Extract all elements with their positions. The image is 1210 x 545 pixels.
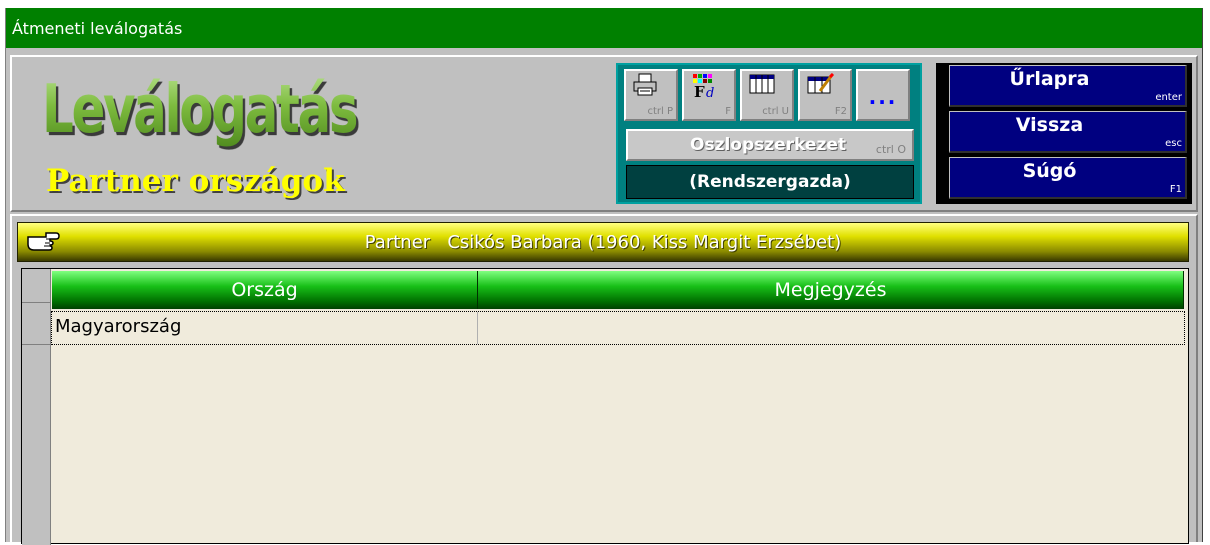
column-header-megjegyzes[interactable]: Megjegyzés <box>478 271 1184 309</box>
page-subtitle: Partner országok <box>46 163 345 199</box>
print-hotkey: ctrl P <box>647 106 673 117</box>
column-structure-button[interactable]: Oszlopszerkezet ctrl O <box>626 129 914 161</box>
color-font-icon: F d <box>690 73 720 103</box>
header-panel: Leválogatás Partner országok ctrl P F d … <box>10 55 1198 212</box>
printer-icon <box>632 73 660 101</box>
more-button[interactable]: ... <box>856 69 910 121</box>
toolbar: ctrl P F d F ctrl U F2 ... Oszlopszerkez… <box>616 63 922 204</box>
edit-grid-icon <box>806 72 836 101</box>
partner-label: Partner Csikós Barbara (1960, Kiss Margi… <box>364 232 842 253</box>
help-button-label: Súgó <box>1022 160 1077 182</box>
cell-megjegyzes[interactable] <box>478 312 1184 344</box>
form-button-hotkey: enter <box>1155 92 1182 103</box>
help-button[interactable]: Súgó F1 <box>949 157 1187 199</box>
row-indicator-column <box>22 269 51 545</box>
form-button[interactable]: Űrlapra enter <box>949 65 1187 107</box>
cell-orszag[interactable]: Magyarország <box>52 312 478 344</box>
form-button-label: Űrlapra <box>1009 68 1090 90</box>
back-button[interactable]: Vissza esc <box>949 111 1187 153</box>
columns-icon <box>748 73 778 101</box>
user-role-label: (Rendszergazda) <box>626 165 914 199</box>
more-icon: ... <box>868 85 898 109</box>
back-button-label: Vissza <box>1015 114 1084 136</box>
header-indicator-cell <box>22 269 50 303</box>
font-color-button[interactable]: F d F <box>682 69 736 121</box>
table-row[interactable]: Magyarország <box>51 311 1185 345</box>
nav-panel: Űrlapra enter Vissza esc Súgó F1 <box>936 63 1192 204</box>
page-title: Leválogatás <box>42 71 359 149</box>
partner-bar[interactable]: Partner Csikós Barbara (1960, Kiss Margi… <box>17 222 1189 262</box>
columns-hotkey: ctrl U <box>762 106 789 117</box>
svg-text:F: F <box>694 83 705 99</box>
edit-grid-hotkey: F2 <box>834 106 847 117</box>
window-title: Átmeneti leválogatás <box>6 8 1202 48</box>
print-button[interactable]: ctrl P <box>624 69 678 121</box>
columns-button[interactable]: ctrl U <box>740 69 794 121</box>
data-grid: Ország Megjegyzés Magyarország <box>21 268 1189 545</box>
app-window: Átmeneti leválogatás Leválogatás Partner… <box>5 8 1203 545</box>
column-structure-label: Oszlopszerkezet <box>690 135 846 155</box>
back-button-hotkey: esc <box>1165 138 1182 149</box>
edit-grid-button[interactable]: F2 <box>798 69 852 121</box>
column-header-orszag[interactable]: Ország <box>52 271 478 309</box>
help-button-hotkey: F1 <box>1169 184 1182 195</box>
row-indicator[interactable] <box>22 311 50 345</box>
grid-panel: Partner Csikós Barbara (1960, Kiss Margi… <box>10 214 1198 545</box>
column-structure-hotkey: ctrl O <box>875 143 906 156</box>
font-color-hotkey: F <box>725 106 731 117</box>
svg-text:d: d <box>706 86 714 99</box>
